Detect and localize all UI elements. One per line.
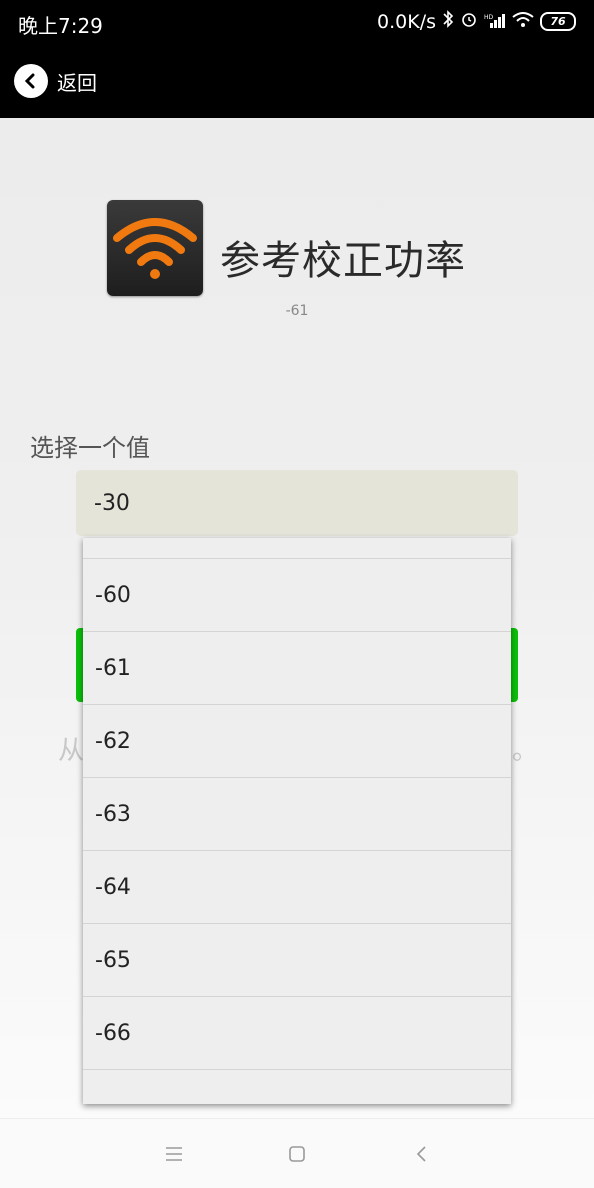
- top-bar: 晚上7:29 0.0K/s HD 76 返回: [0, 0, 594, 118]
- wifi-icon: [107, 200, 203, 296]
- home-icon[interactable]: [284, 1141, 310, 1167]
- battery-icon: 76: [540, 12, 576, 31]
- signal-icon: HD: [484, 11, 506, 33]
- svg-text:HD: HD: [484, 14, 494, 21]
- menu-icon[interactable]: [161, 1141, 187, 1167]
- wifi-status-icon: [512, 11, 534, 33]
- back-button[interactable]: 返回: [14, 64, 97, 98]
- value-select[interactable]: -30: [76, 470, 518, 536]
- status-time: 晚上7:29: [18, 14, 103, 38]
- dropdown-item[interactable]: -61: [83, 631, 511, 704]
- dropdown-item-partial[interactable]: [83, 538, 511, 558]
- dropdown-item[interactable]: -65: [83, 923, 511, 996]
- alarm-icon: [460, 10, 478, 33]
- dropdown-list: -60 -61 -62 -63 -64 -65 -66: [83, 538, 511, 1104]
- bluetooth-icon: [442, 10, 454, 33]
- dropdown-item[interactable]: -63: [83, 777, 511, 850]
- dropdown-item[interactable]: -64: [83, 850, 511, 923]
- dropdown-item[interactable]: -60: [83, 558, 511, 631]
- background-text: 。: [512, 736, 539, 766]
- chevron-left-icon: [14, 64, 48, 98]
- dropdown-item-partial[interactable]: [83, 1069, 511, 1104]
- current-value-text: -61: [285, 303, 309, 319]
- dropdown-item[interactable]: -62: [83, 704, 511, 777]
- status-indicators: 0.0K/s HD 76: [377, 10, 576, 33]
- background-text: 从: [58, 736, 85, 766]
- back-label: 返回: [57, 70, 97, 95]
- select-label: 选择一个值: [30, 434, 150, 462]
- back-icon[interactable]: [408, 1141, 434, 1167]
- dropdown-item[interactable]: -66: [83, 996, 511, 1069]
- navigation-bar: [0, 1118, 594, 1188]
- page-title: 参考校正功率: [220, 238, 466, 284]
- net-speed: 0.0K/s: [377, 10, 436, 33]
